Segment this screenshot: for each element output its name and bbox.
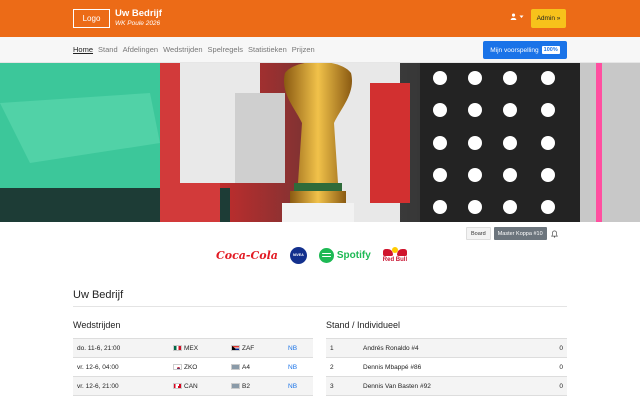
- match-date: vr. 12-6, 21:00: [77, 382, 119, 390]
- board-button[interactable]: Board: [466, 227, 491, 240]
- standing-points: 0: [559, 382, 563, 390]
- nav-item-spelregels[interactable]: Spelregels: [208, 45, 243, 54]
- home-team: MEX: [173, 345, 198, 352]
- prediction-label: Mijn voorspelling: [490, 46, 539, 54]
- match-status-link[interactable]: NB: [288, 364, 297, 371]
- standing-rank: 3: [330, 382, 334, 390]
- bell-icon[interactable]: [550, 227, 560, 240]
- admin-button[interactable]: Admin »: [531, 9, 566, 28]
- cocacola-logo[interactable]: Coca-Cola: [216, 249, 278, 262]
- hero-banner: [0, 63, 640, 222]
- standing-rank: 1: [330, 344, 334, 352]
- standing-points: 0: [559, 344, 563, 352]
- redbull-bulls-icon: [382, 247, 407, 257]
- away-flag-icon: [231, 345, 240, 351]
- away-team: ZAF: [231, 345, 254, 352]
- master-koppa-button[interactable]: Master Koppa #10: [493, 227, 547, 240]
- top-header: Logo Uw Bedrijf WK Poule 2026 Admin »: [0, 0, 640, 37]
- standing-player-name: Dennis Mbappé #86: [363, 363, 422, 371]
- spotify-logo[interactable]: Spotify: [318, 247, 371, 263]
- nav-list: Home Stand Afdelingen Wedstrijden Spelregels…: [73, 45, 315, 54]
- sponsor-logos: Coca-Cola NIVEA Spotify Red Bull: [216, 244, 426, 266]
- nav-item-statistieken[interactable]: Statistieken: [248, 45, 287, 54]
- standing-row[interactable]: 3 Dennis Van Basten #92 0: [326, 377, 567, 396]
- match-status-link[interactable]: NB: [288, 383, 297, 390]
- nav-item-prijzen[interactable]: Prijzen: [292, 45, 315, 54]
- prediction-badge: 100%: [541, 46, 560, 54]
- home-team: ZKO: [173, 364, 197, 371]
- user-icon: [510, 13, 517, 20]
- pool-subtitle: WK Poule 2026: [115, 20, 161, 27]
- standings-table: 1 Andrés Ronaldo #4 0 2 Dennis Mbappé #86 0 3 D…: [326, 338, 567, 396]
- matches-table: do. 11-6, 21:00 MEX ZAF NB vr. 12-6, 04:00 ZK…: [73, 338, 313, 396]
- matches-title: Wedstrijden: [73, 320, 121, 330]
- standing-player-name: Dennis Van Basten #92: [363, 382, 431, 390]
- nav-item-stand[interactable]: Stand: [98, 45, 118, 54]
- nav-item-home[interactable]: Home: [73, 45, 93, 54]
- brand: Uw Bedrijf WK Poule 2026: [115, 9, 162, 28]
- away-flag-icon: [231, 364, 240, 370]
- home-flag-icon: [173, 364, 182, 370]
- standing-player-name: Andrés Ronaldo #4: [363, 344, 419, 352]
- standing-row[interactable]: 2 Dennis Mbappé #86 0: [326, 358, 567, 377]
- home-flag-icon: [173, 345, 182, 351]
- away-team: A4: [231, 364, 250, 371]
- standing-points: 0: [559, 363, 563, 371]
- caret-down-icon: [519, 15, 524, 18]
- nivea-logo[interactable]: NIVEA: [289, 246, 307, 264]
- away-team: B2: [231, 383, 250, 390]
- redbull-logo[interactable]: Red Bull: [383, 247, 407, 263]
- away-team-code: B2: [242, 382, 250, 390]
- logo[interactable]: Logo: [73, 9, 110, 28]
- board-controls: Board Master Koppa #10: [466, 227, 560, 240]
- spotify-wordmark: Spotify: [336, 249, 371, 261]
- company-name: Uw Bedrijf: [115, 8, 162, 19]
- my-prediction-button[interactable]: Mijn voorspelling 100%: [483, 41, 567, 59]
- home-team-code: MEX: [184, 344, 199, 352]
- user-menu-toggle[interactable]: [510, 13, 524, 20]
- home-team: CAN: [173, 383, 198, 390]
- nav-item-wedstrijden[interactable]: Wedstrijden: [163, 45, 202, 54]
- match-row[interactable]: do. 11-6, 21:00 MEX ZAF NB: [73, 339, 313, 358]
- nav-item-afdelingen[interactable]: Afdelingen: [123, 45, 158, 54]
- company-heading: Uw Bedrijf: [73, 289, 124, 301]
- home-team-code: CAN: [184, 382, 198, 390]
- redbull-wordmark: Red Bull: [382, 257, 408, 263]
- divider: [73, 306, 567, 307]
- home-team-code: ZKO: [184, 363, 198, 371]
- standing-row[interactable]: 1 Andrés Ronaldo #4 0: [326, 339, 567, 358]
- match-row[interactable]: vr. 12-6, 04:00 ZKO A4 NB: [73, 358, 313, 377]
- match-row[interactable]: vr. 12-6, 21:00 CAN B2 NB: [73, 377, 313, 396]
- home-flag-icon: [173, 383, 182, 389]
- away-team-code: ZAF: [242, 344, 255, 352]
- match-date: do. 11-6, 21:00: [77, 344, 121, 352]
- standing-rank: 2: [330, 363, 334, 371]
- away-flag-icon: [231, 383, 240, 389]
- match-date: vr. 12-6, 04:00: [77, 363, 119, 371]
- main-nav: Home Stand Afdelingen Wedstrijden Spelregels…: [0, 37, 640, 63]
- standings-title: Stand / Individueel: [326, 320, 401, 330]
- away-team-code: A4: [242, 363, 250, 371]
- spotify-icon: [318, 247, 334, 263]
- world-cup-trophy-image: [0, 63, 640, 222]
- match-status-link[interactable]: NB: [288, 345, 297, 352]
